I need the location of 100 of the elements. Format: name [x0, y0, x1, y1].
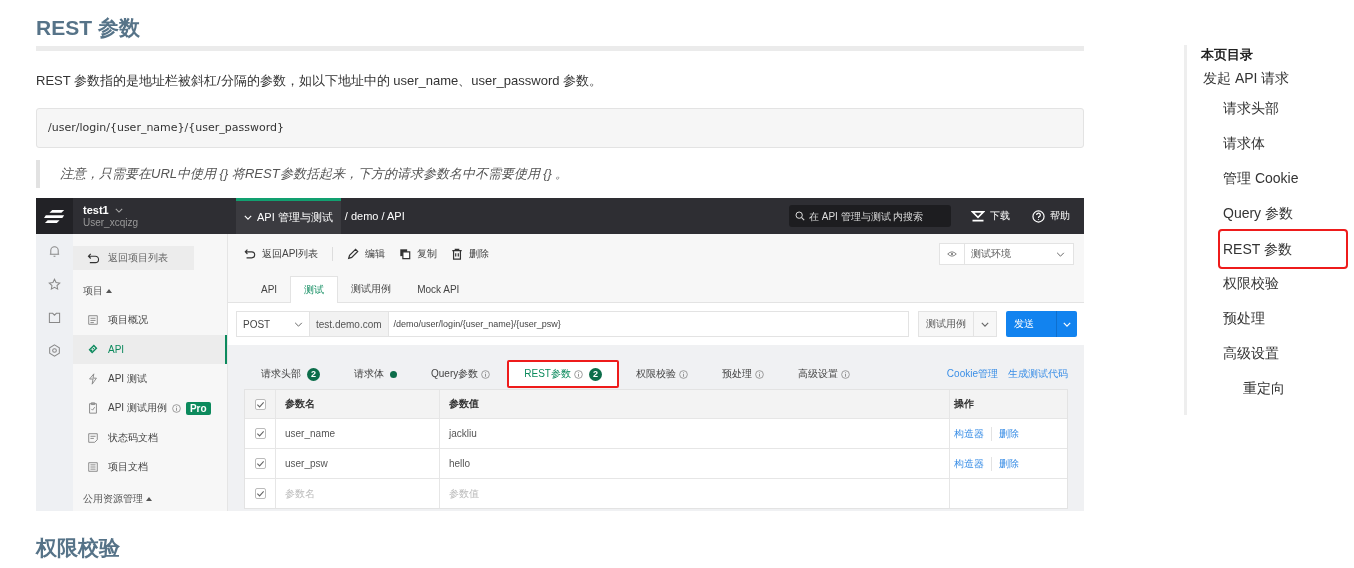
count-badge: 2 [588, 367, 602, 381]
param-tab[interactable]: 高级设置 [780, 360, 867, 388]
toc-link[interactable]: 发起 API 请求 [1198, 65, 1328, 91]
eye-icon [947, 251, 957, 257]
breadcrumb: / demo / API [344, 210, 405, 222]
back-button[interactable]: 返回API列表 [244, 247, 319, 261]
code-block: /user/login/{user_name}/{user_password} [36, 108, 1084, 148]
chevron-down-icon [244, 215, 252, 220]
tab[interactable]: 测试用例 [338, 276, 405, 302]
param-name-field[interactable]: 参数名 [285, 488, 365, 499]
count-badge: 2 [307, 367, 320, 381]
test-case-button[interactable]: 测试用例 [918, 311, 997, 337]
param-tab[interactable]: 预处理 [704, 360, 781, 388]
sidebar-label: API 测试 [108, 371, 147, 386]
sidebar-item[interactable]: 项目概况 [73, 305, 227, 335]
status-dot [390, 370, 397, 378]
document-icon [87, 461, 99, 474]
checkbox[interactable] [254, 488, 266, 499]
send-button[interactable]: 发送 [1006, 311, 1077, 337]
logo-icon [36, 198, 73, 234]
download-button[interactable]: 下载 [971, 209, 1010, 223]
search-field[interactable]: 在 API 管理与测试 内搜索 [789, 205, 951, 227]
toc-link[interactable]: REST 参数 [1218, 229, 1348, 269]
caret-up-icon [146, 497, 152, 501]
module-label: API 管理与测试 [257, 210, 333, 225]
sidebar-item[interactable]: 项目文档 [73, 452, 227, 482]
action-link[interactable]: 删除 [999, 456, 1019, 471]
list-icon [87, 313, 99, 326]
sidebar-item[interactable]: 状态码文档 [73, 423, 227, 453]
environment-select[interactable]: 测试环境 [939, 243, 1074, 265]
caret-up-icon [106, 289, 112, 293]
search-icon [795, 211, 805, 221]
chevron-down-icon [294, 321, 303, 327]
checkbox[interactable] [254, 428, 266, 439]
pro-badge: Pro [185, 401, 211, 415]
pencil-icon [347, 248, 360, 260]
param-tab[interactable]: REST参数 2 [507, 360, 619, 388]
settings-icon[interactable] [48, 344, 61, 357]
table-cell: user_psw [275, 449, 439, 478]
paragraph: REST 参数指的是地址栏被斜杠/分隔的参数，如以下地址中的 user_name、user_password 参数。 [36, 72, 604, 90]
note-quote: 注意，只需要在URL中使用 {} 将REST参数括起来，下方的请求参数名中不需要使用 {} 。 [36, 160, 1084, 188]
sidebar-item[interactable]: API 测试 [73, 364, 227, 394]
trash-icon [451, 248, 464, 260]
param-tab[interactable]: 请求头部 2 [244, 360, 337, 388]
sidebar-label: 状态码文档 [108, 430, 158, 445]
copy-icon [399, 248, 412, 260]
copy-button[interactable]: 复制 [399, 247, 438, 261]
tab[interactable]: API [248, 276, 291, 302]
action-link[interactable]: 构造器 [954, 456, 984, 471]
lightning-icon [87, 372, 99, 385]
bell-icon[interactable] [48, 245, 61, 258]
action-link[interactable]: 删除 [999, 426, 1019, 441]
ruler-icon [87, 343, 99, 356]
url-path-field[interactable]: /demo/user/login/{user_name}/{user_psw} [388, 311, 909, 337]
project-name[interactable]: test1 [83, 204, 109, 216]
chevron-down-icon [1056, 251, 1065, 257]
module-tab[interactable]: API 管理与测试 [236, 198, 341, 234]
info-icon [171, 403, 181, 413]
toc-link[interactable]: 权限校验 [1218, 266, 1348, 301]
note-icon [87, 431, 99, 444]
table-cell: user_name [275, 419, 439, 448]
sidebar-item[interactable]: API 测试用例 Pro [73, 393, 227, 423]
shirt-icon[interactable] [48, 311, 61, 324]
checkbox[interactable] [254, 458, 266, 469]
table-cell: hello [439, 449, 949, 478]
toc-link[interactable]: 请求体 [1218, 126, 1348, 161]
section-heading: REST 参数 [36, 15, 141, 41]
delete-button[interactable]: 删除 [451, 247, 490, 261]
toc-link[interactable]: Query 参数 [1218, 196, 1348, 231]
star-icon[interactable] [48, 278, 61, 291]
column-header: 参数名 [275, 390, 439, 418]
edit-button[interactable]: 编辑 [347, 247, 386, 261]
tab[interactable]: 测试 [290, 276, 339, 303]
toc-link[interactable]: 重定向 [1238, 371, 1354, 406]
info-icon [840, 369, 850, 379]
toc-title: 本页目录 [1201, 46, 1254, 64]
user-name: User_xcqizg [83, 217, 140, 228]
param-tab[interactable]: 请求体 [337, 360, 414, 388]
param-tab[interactable]: Query参数 [414, 360, 508, 388]
param-tab[interactable]: 权限校验 [618, 360, 705, 388]
sidebar-item[interactable]: API [73, 334, 227, 364]
action-link[interactable]: 构造器 [954, 426, 984, 441]
toc-link[interactable]: 预处理 [1218, 301, 1348, 336]
tab[interactable]: Mock API [404, 276, 473, 302]
checkbox[interactable] [254, 398, 266, 410]
info-icon [678, 369, 688, 379]
toc-link[interactable]: 高级设置 [1218, 336, 1348, 371]
section-toggle[interactable]: 公用资源管理 [83, 492, 143, 506]
sidebar-label: API [108, 343, 125, 355]
toc-link[interactable]: 管理 Cookie [1218, 161, 1348, 196]
toc-link[interactable]: 请求头部 [1218, 91, 1348, 126]
undo-icon [87, 252, 100, 264]
info-icon [481, 369, 491, 379]
method-select[interactable]: POST [236, 311, 310, 337]
help-icon [1032, 209, 1045, 223]
undo-icon [244, 248, 256, 260]
param-value-field[interactable]: 参数值 [449, 488, 529, 499]
back-button[interactable]: 返回项目列表 [73, 246, 194, 270]
section-toggle[interactable]: 项目 [83, 284, 103, 298]
help-button[interactable]: 帮助 [1032, 209, 1070, 223]
